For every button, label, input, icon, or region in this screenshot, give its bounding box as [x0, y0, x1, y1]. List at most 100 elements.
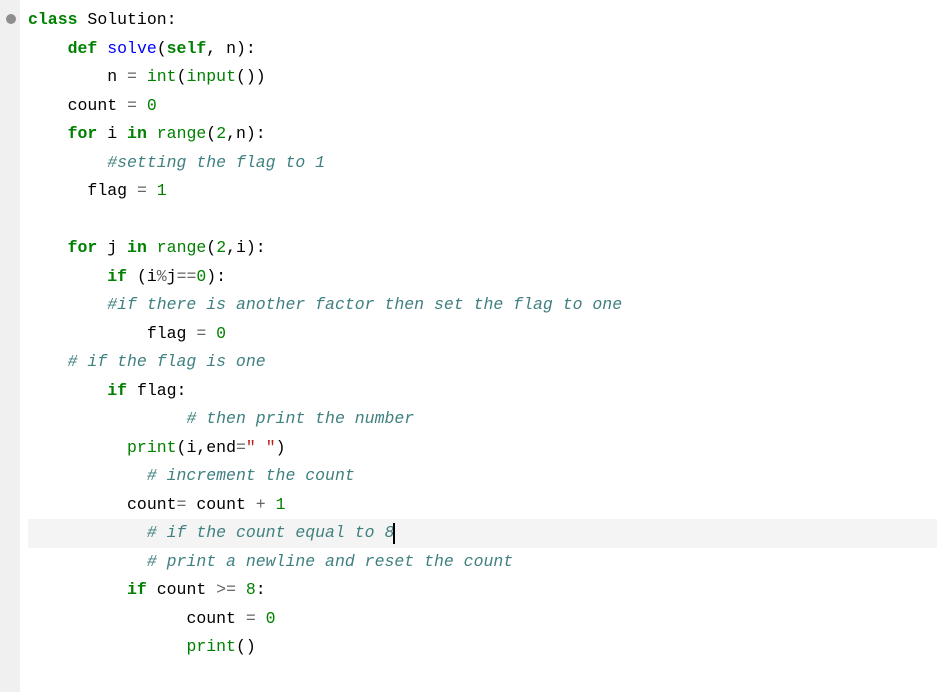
code-line[interactable]: #setting the flag to 1	[28, 149, 937, 178]
code-token: n	[107, 67, 117, 86]
code-line[interactable]: # increment the count	[28, 462, 937, 491]
code-line[interactable]: # then print the number	[28, 405, 937, 434]
code-token: in	[127, 238, 147, 257]
code-token: ,	[206, 39, 216, 58]
code-token: count	[196, 495, 246, 514]
code-token: print	[186, 637, 236, 656]
code-line[interactable]: if count >= 8:	[28, 576, 937, 605]
code-token: =	[127, 67, 137, 86]
code-token: i	[147, 267, 157, 286]
code-token: # increment the count	[147, 466, 355, 485]
code-token: range	[157, 238, 207, 257]
code-content-area[interactable]: class Solution: def solve(self, n): n = …	[20, 0, 937, 692]
code-token: class	[28, 10, 78, 29]
code-token: for	[68, 238, 98, 257]
code-line[interactable]: for i in range(2,n):	[28, 120, 937, 149]
code-line[interactable]: # if the count equal to 8	[28, 519, 937, 548]
code-token: self	[167, 39, 207, 58]
code-line[interactable]: for j in range(2,i):	[28, 234, 937, 263]
code-line[interactable]: count= count + 1	[28, 491, 937, 520]
code-token: # if the flag is one	[68, 352, 266, 371]
editor-gutter[interactable]	[0, 0, 20, 692]
code-token: #setting the flag to 1	[107, 153, 325, 172]
code-token: >=	[216, 580, 236, 599]
code-token: 2	[216, 124, 226, 143]
code-token: ()	[236, 637, 256, 656]
code-token: " "	[246, 438, 276, 457]
code-token: ):	[236, 39, 256, 58]
code-token: for	[68, 124, 98, 143]
code-editor[interactable]: class Solution: def solve(self, n): n = …	[0, 0, 937, 692]
code-token: ,	[226, 238, 236, 257]
code-token: count	[68, 96, 118, 115]
code-token: n	[236, 124, 246, 143]
code-line[interactable]: class Solution:	[28, 6, 937, 35]
code-token: if	[127, 580, 147, 599]
breakpoint-indicator[interactable]	[6, 14, 16, 24]
code-token: #if there is another factor then set the…	[107, 295, 622, 314]
code-line[interactable]: # print a newline and reset the count	[28, 548, 937, 577]
code-token: input	[186, 67, 236, 86]
code-line[interactable]: count = 0	[28, 92, 937, 121]
code-token: # then print the number	[186, 409, 414, 428]
code-token: %	[157, 267, 167, 286]
code-token: i	[186, 438, 196, 457]
code-token: :	[167, 10, 177, 29]
code-token: 0	[216, 324, 226, 343]
code-line[interactable]: flag = 0	[28, 320, 937, 349]
code-token: 1	[157, 181, 167, 200]
code-token: 2	[216, 238, 226, 257]
code-token: (	[137, 267, 147, 286]
code-token: 1	[276, 495, 286, 514]
code-token: ):	[246, 124, 266, 143]
code-line[interactable]: #if there is another factor then set the…	[28, 291, 937, 320]
code-token: 8	[246, 580, 256, 599]
code-token: +	[256, 495, 266, 514]
code-token: # if the count equal to 8	[147, 523, 395, 542]
code-token: (	[177, 438, 187, 457]
code-token: =	[137, 181, 147, 200]
code-token: def	[68, 39, 98, 58]
code-token: ())	[236, 67, 266, 86]
code-token: i	[107, 124, 117, 143]
code-token: if	[107, 267, 127, 286]
code-token: 0	[147, 96, 157, 115]
code-token: flag	[147, 324, 187, 343]
code-line[interactable]: # if the flag is one	[28, 348, 937, 377]
code-token: 0	[196, 267, 206, 286]
code-line[interactable]: print(i,end=" ")	[28, 434, 937, 463]
code-token: (	[206, 124, 216, 143]
code-token: :	[177, 381, 187, 400]
code-token: n	[226, 39, 236, 58]
code-token: flag	[87, 181, 127, 200]
code-token: in	[127, 124, 147, 143]
code-token: =	[246, 609, 256, 628]
code-line[interactable]: n = int(input())	[28, 63, 937, 92]
code-token: Solution	[87, 10, 166, 29]
code-token: ,	[196, 438, 206, 457]
code-token: end	[206, 438, 236, 457]
code-token: range	[157, 124, 207, 143]
text-cursor	[393, 523, 395, 544]
code-token: print	[127, 438, 177, 457]
code-token: int	[147, 67, 177, 86]
code-token: 0	[266, 609, 276, 628]
code-line[interactable]: count = 0	[28, 605, 937, 634]
code-token: count	[157, 580, 207, 599]
code-token: =	[236, 438, 246, 457]
code-line[interactable]	[28, 206, 937, 235]
code-token: :	[256, 580, 266, 599]
code-line[interactable]: if (i%j==0):	[28, 263, 937, 292]
code-line[interactable]: if flag:	[28, 377, 937, 406]
code-token: j	[107, 238, 117, 257]
code-token: count	[186, 609, 236, 628]
code-token: flag	[137, 381, 177, 400]
code-line[interactable]: print()	[28, 633, 937, 662]
code-token: (	[206, 238, 216, 257]
code-line[interactable]: def solve(self, n):	[28, 35, 937, 64]
code-token: (	[157, 39, 167, 58]
code-token: ):	[206, 267, 226, 286]
code-line[interactable]: flag = 1	[28, 177, 937, 206]
code-token: solve	[107, 39, 157, 58]
code-token: ==	[177, 267, 197, 286]
